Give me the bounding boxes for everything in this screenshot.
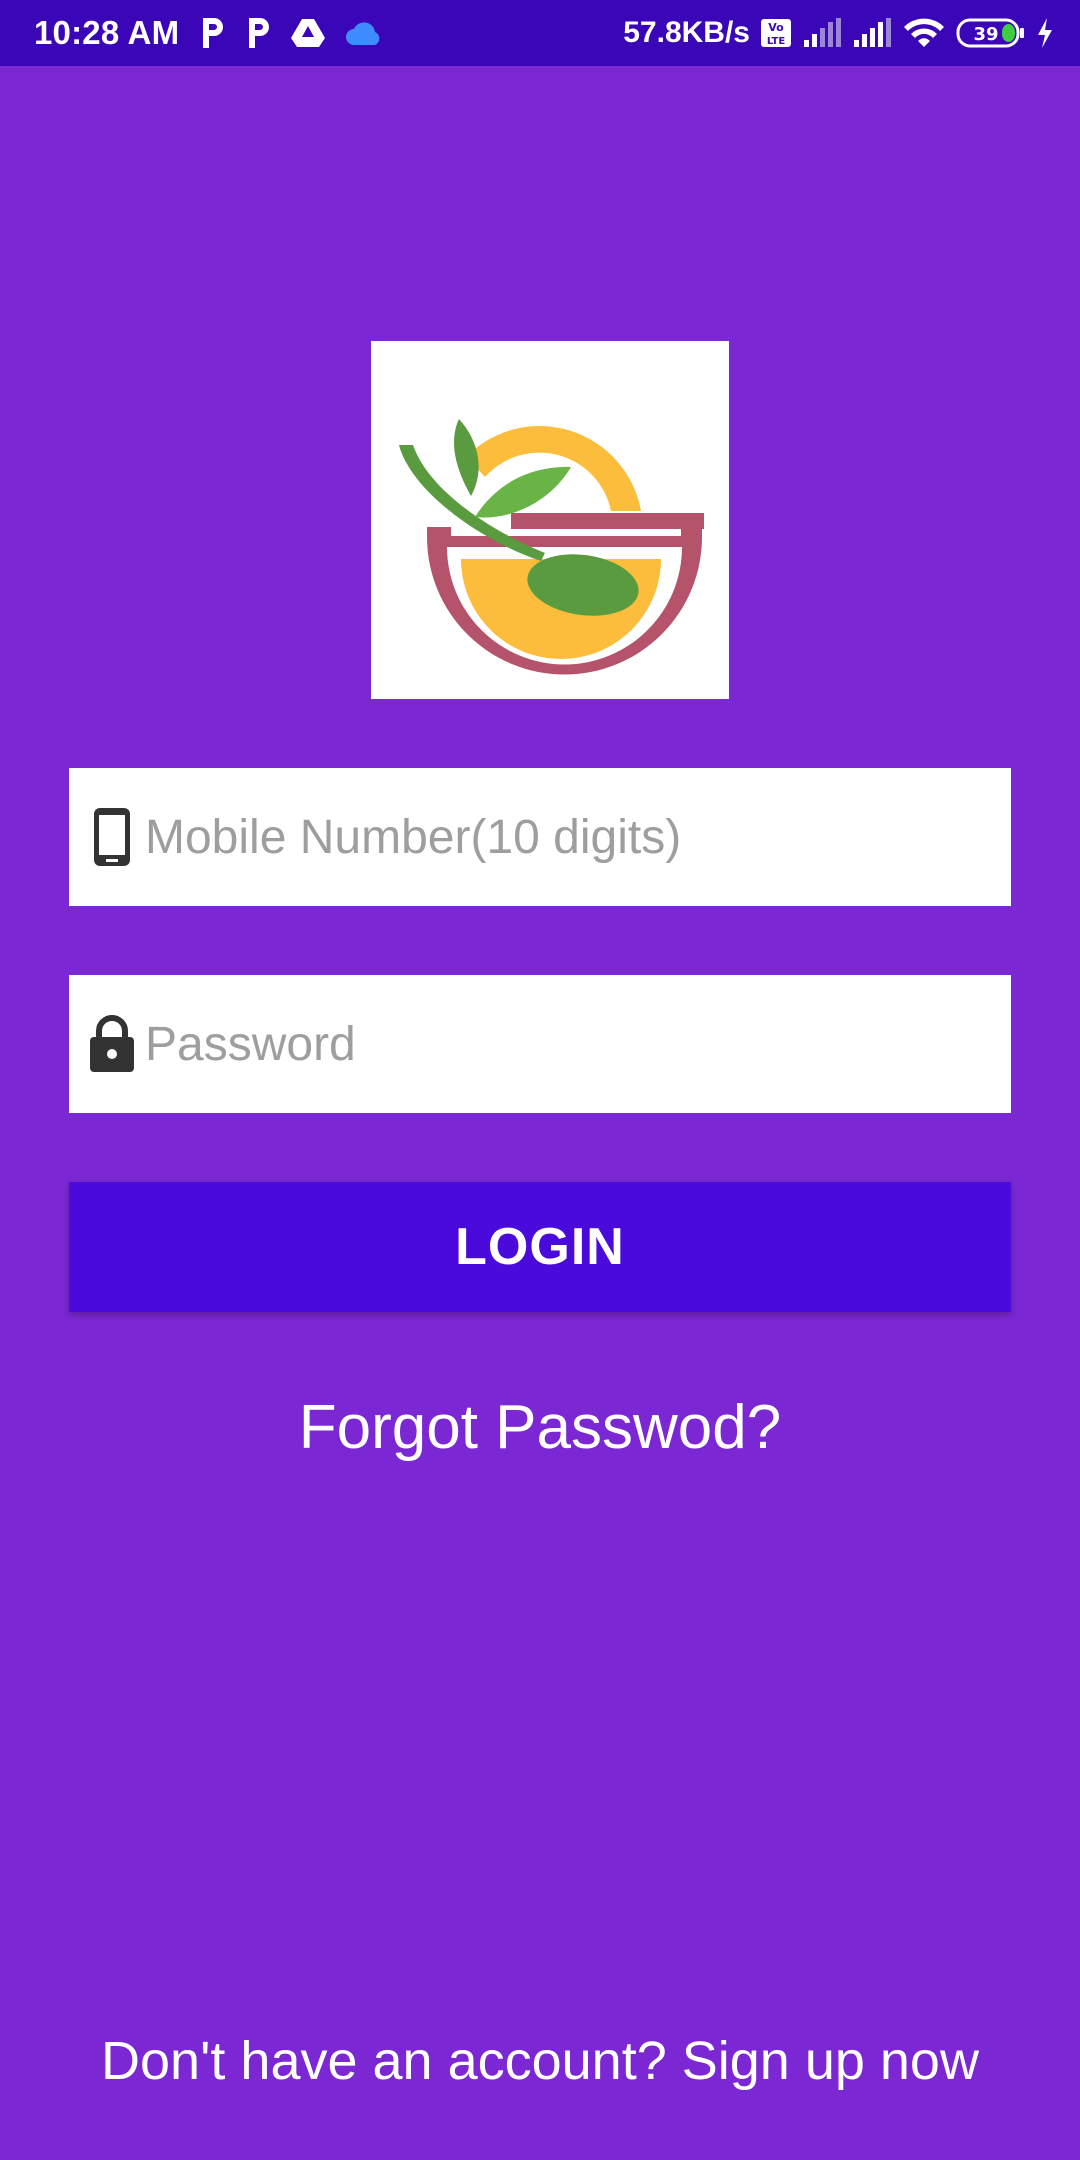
cloud-icon: [345, 20, 383, 46]
signup-link[interactable]: Don't have an account? Sign up now: [0, 2030, 1080, 2092]
svg-text:LTE: LTE: [767, 36, 786, 47]
status-right: 57.8KB/s Vo LTE 39: [623, 0, 1054, 66]
login-button[interactable]: LOGIN: [69, 1182, 1011, 1312]
charging-icon: [1036, 18, 1054, 48]
mobile-number-input[interactable]: [145, 809, 985, 865]
parking-icon: [245, 16, 271, 50]
signal-icon: [802, 18, 842, 48]
wifi-icon: [902, 17, 946, 49]
password-field[interactable]: [69, 975, 1011, 1113]
status-bar: 10:28 AM 57.8KB/s Vo LTE 39: [0, 0, 1080, 66]
battery-icon: 39: [956, 17, 1026, 49]
password-input[interactable]: [145, 1016, 985, 1072]
parking-icon: [199, 16, 225, 50]
network-speed: 57.8KB/s: [623, 16, 750, 49]
lock-icon: [79, 1015, 145, 1073]
signal-icon: [852, 18, 892, 48]
drive-icon: [291, 18, 326, 48]
app-logo: [371, 341, 729, 699]
mobile-number-field[interactable]: [69, 768, 1011, 906]
battery-level: 39: [973, 24, 998, 45]
svg-text:Vo: Vo: [768, 21, 784, 34]
forgot-password-link[interactable]: Forgot Passwod?: [0, 1392, 1080, 1463]
status-left: 10:28 AM: [34, 0, 383, 66]
volte-icon: Vo LTE: [760, 18, 792, 48]
phone-icon: [79, 806, 145, 868]
status-time: 10:28 AM: [34, 14, 180, 51]
